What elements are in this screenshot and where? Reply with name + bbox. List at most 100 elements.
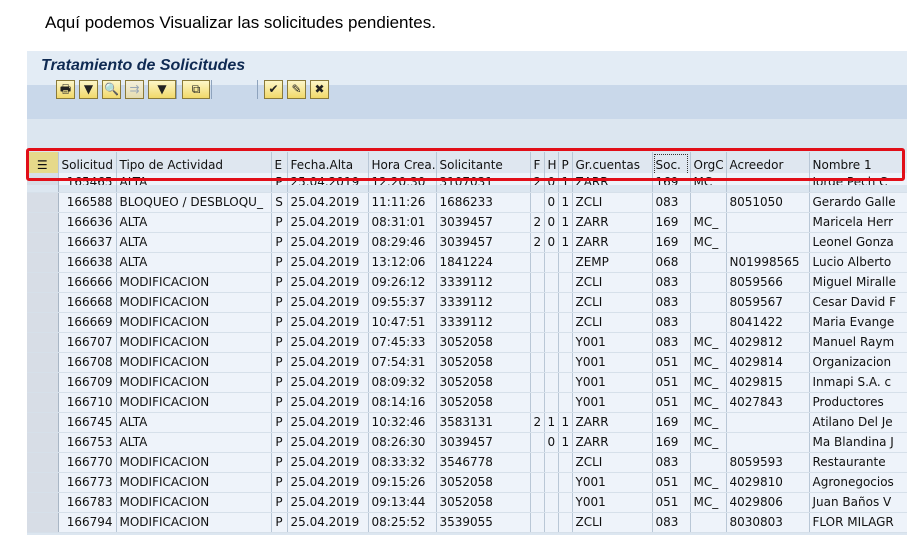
table-row[interactable]: 166709 MODIFICACION P 25.04.2019 08:09:32 305… xyxy=(27,372,907,393)
table-row[interactable]: 166710 MODIFICACION P 25.04.2019 08:14:16 305… xyxy=(27,392,907,413)
table-cell: P xyxy=(271,332,288,353)
table-row[interactable]: 165465 ALTA P 25.04.2019 12:20:30 3107031 2 0 1 Z… xyxy=(27,172,907,186)
table-cell xyxy=(558,492,573,513)
table-cell: P xyxy=(271,372,288,393)
row-selector[interactable] xyxy=(27,412,59,433)
table-cell: 1 xyxy=(558,192,573,213)
page-caption: Aquí podemos Visualizar las solicitudes … xyxy=(45,13,436,32)
row-selector[interactable] xyxy=(27,232,59,253)
table-cell: 166668 xyxy=(58,292,117,313)
table-row[interactable]: 166669 MODIFICACION P 25.04.2019 10:47:51 333… xyxy=(27,312,907,333)
table-row[interactable]: 166794 MODIFICACION P 25.04.2019 08:25:52 353… xyxy=(27,512,907,533)
table-cell: MC_ xyxy=(690,212,727,233)
row-selector[interactable] xyxy=(27,172,59,186)
table-cell: 1841224 xyxy=(436,252,531,273)
table-cell: P xyxy=(271,292,288,313)
table-cell: 09:13:44 xyxy=(368,492,437,513)
table-cell: 08:25:52 xyxy=(368,512,437,533)
row-selector[interactable] xyxy=(27,512,59,533)
table-cell xyxy=(544,252,559,273)
table-cell: 166588 xyxy=(58,192,117,213)
table-cell xyxy=(726,172,810,186)
table-cell xyxy=(544,272,559,293)
row-selector[interactable] xyxy=(27,212,59,233)
table-cell xyxy=(530,372,545,393)
table-cell: 169 xyxy=(652,412,691,433)
table-cell: 09:55:37 xyxy=(368,292,437,313)
table-cell: MC_ xyxy=(690,372,727,393)
table-row[interactable]: 166783 MODIFICACION P 25.04.2019 09:13:44 305… xyxy=(27,492,907,513)
table-cell xyxy=(530,452,545,473)
row-selector[interactable] xyxy=(27,352,59,373)
row-selector[interactable] xyxy=(27,452,59,473)
table-row[interactable]: 166753 ALTA P 25.04.2019 08:26:30 3039457 0 1 ZA… xyxy=(27,432,907,453)
table-cell: P xyxy=(271,472,288,493)
row-selector[interactable] xyxy=(27,392,59,413)
table-cell: Y001 xyxy=(572,332,653,353)
row-selector[interactable] xyxy=(27,472,59,493)
table-cell xyxy=(544,492,559,513)
table-cell: MC_ xyxy=(690,432,727,453)
table-cell: MODIFICACION xyxy=(116,352,272,373)
table-cell: 166638 xyxy=(58,252,117,273)
table-cell: 2 xyxy=(530,172,545,186)
table-row[interactable]: 166588 BLOQUEO / DESBLOQU_ S 25.04.2019 11:1… xyxy=(27,192,907,213)
table-cell: 083 xyxy=(652,192,691,213)
table-cell: ZCLI xyxy=(572,272,653,293)
table-cell: 2 xyxy=(530,412,545,433)
table-cell: 25.04.2019 xyxy=(287,472,369,493)
table-cell: 8041422 xyxy=(726,312,810,333)
table-cell: 25.04.2019 xyxy=(287,292,369,313)
table-cell: ZCLI xyxy=(572,512,653,533)
table-cell: FLOR MILAGR xyxy=(809,512,907,533)
table-row[interactable]: 166745 ALTA P 25.04.2019 10:32:46 3583131 2 1 1 Z… xyxy=(27,412,907,433)
row-selector[interactable] xyxy=(27,272,59,293)
table-row[interactable]: 166668 MODIFICACION P 25.04.2019 09:55:37 333… xyxy=(27,292,907,313)
table-row[interactable]: 166773 MODIFICACION P 25.04.2019 09:15:26 305… xyxy=(27,472,907,493)
table-cell xyxy=(544,472,559,493)
table-cell xyxy=(726,412,810,433)
table-cell: 13:12:06 xyxy=(368,252,437,273)
table-cell: 166637 xyxy=(58,232,117,253)
table-row[interactable]: 166770 MODIFICACION P 25.04.2019 08:33:32 354… xyxy=(27,452,907,473)
table-cell: 4029806 xyxy=(726,492,810,513)
table-body: 165465 ALTA P 25.04.2019 12:20:30 3107031 2 0 1 Z… xyxy=(27,172,907,533)
table-cell: 08:14:16 xyxy=(368,392,437,413)
table-cell: Restaurante xyxy=(809,452,907,473)
table-row[interactable]: 166707 MODIFICACION P 25.04.2019 07:45:33 305… xyxy=(27,332,907,353)
table-row[interactable]: 166638 ALTA P 25.04.2019 13:12:06 1841224 ZEMP… xyxy=(27,252,907,273)
table-cell: 166794 xyxy=(58,512,117,533)
table-cell: 0 xyxy=(544,432,559,453)
row-selector[interactable] xyxy=(27,312,59,333)
table-cell: 3339112 xyxy=(436,292,531,313)
row-selector[interactable] xyxy=(27,192,59,213)
row-selector[interactable] xyxy=(27,432,59,453)
row-selector[interactable] xyxy=(27,492,59,513)
table-cell: MC_ xyxy=(690,172,727,186)
row-selector[interactable] xyxy=(27,332,59,353)
table-cell xyxy=(558,512,573,533)
table-cell: P xyxy=(271,452,288,473)
table-cell: MC_ xyxy=(690,232,727,253)
table-cell: ZCLI xyxy=(572,292,653,313)
table-row[interactable]: 166666 MODIFICACION P 25.04.2019 09:26:12 333… xyxy=(27,272,907,293)
table-cell xyxy=(530,272,545,293)
table-cell xyxy=(530,192,545,213)
table-row[interactable]: 166636 ALTA P 25.04.2019 08:31:01 3039457 2 0 1 Z… xyxy=(27,212,907,233)
table-cell: 166636 xyxy=(58,212,117,233)
table-cell xyxy=(726,232,810,253)
row-selector[interactable] xyxy=(27,292,59,313)
table-cell xyxy=(690,452,727,473)
table-cell: MC_ xyxy=(690,352,727,373)
table-cell: 25.04.2019 xyxy=(287,492,369,513)
row-selector[interactable] xyxy=(27,252,59,273)
table-cell xyxy=(530,392,545,413)
table-row[interactable]: 166637 ALTA P 25.04.2019 08:29:46 3039457 2 0 1 Z… xyxy=(27,232,907,253)
table-cell: MODIFICACION xyxy=(116,512,272,533)
table-cell: P xyxy=(271,432,288,453)
table-row[interactable]: 166708 MODIFICACION P 25.04.2019 07:54:31 305… xyxy=(27,352,907,373)
row-selector[interactable] xyxy=(27,372,59,393)
table-cell: 25.04.2019 xyxy=(287,512,369,533)
table-cell xyxy=(690,312,727,333)
table-cell xyxy=(558,272,573,293)
